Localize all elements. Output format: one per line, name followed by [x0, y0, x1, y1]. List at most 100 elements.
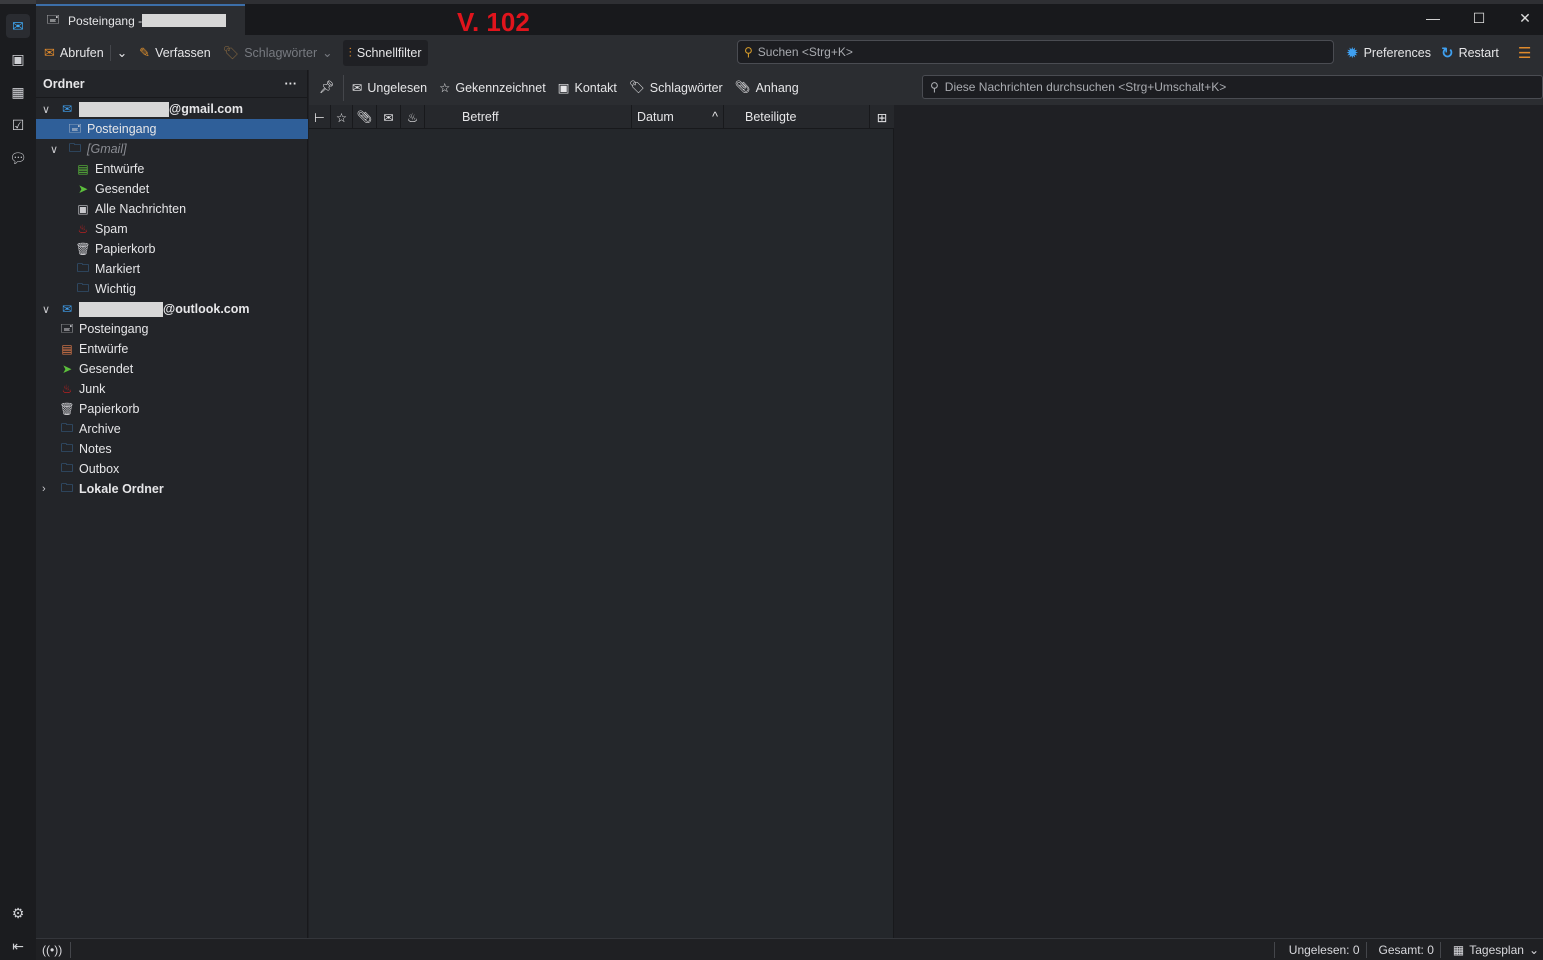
envelope-icon: ✉ — [351, 81, 363, 95]
filter-starred-button[interactable]: ☆ Gekennzeichnet — [433, 80, 552, 96]
filter-starred-label: Gekennzeichnet — [455, 80, 546, 95]
write-button[interactable]: ✎ Verfassen — [133, 40, 217, 66]
folder-item[interactable]: ∨ 🗀︎ [Gmail] — [36, 139, 308, 159]
tag-icon: 🏷︎ — [222, 44, 240, 60]
folder-item[interactable]: ♨ Junk — [36, 379, 308, 399]
folder-pane-title: Ordner — [43, 76, 85, 91]
restart-button[interactable]: ↻ Restart — [1435, 40, 1505, 66]
folder-label: Archive — [79, 422, 121, 436]
folder-pane: Ordner ··· ∨ ✉ @gmail.com 🖃︎ Posteingang ∨ 🗀︎ [G… — [36, 70, 308, 938]
quick-filter-label: Schnellfilter — [356, 45, 422, 60]
filter-search-input[interactable]: ⚲ Diese Nachrichten durchsuchen <Strg+Ums… — [922, 75, 1543, 99]
envelope-icon: ✉ — [383, 110, 394, 125]
folder-item[interactable]: 🗀︎ Notes — [36, 439, 308, 459]
chevron-right-icon[interactable]: › — [42, 483, 46, 495]
filter-contact-button[interactable]: ▣ Kontakt — [552, 80, 623, 96]
calendar-icon[interactable]: ▦ — [6, 80, 30, 104]
folder-item[interactable]: 🗑︎ Papierkorb — [36, 399, 308, 419]
close-button[interactable]: ✕ — [1515, 10, 1535, 27]
sticky-pin-button[interactable]: 📌︎ — [313, 80, 341, 95]
pencil-icon: ✎ — [139, 44, 151, 60]
divider — [1439, 941, 1441, 958]
drafts-icon: ▤ — [77, 162, 89, 176]
chevron-down-icon: ⌄ — [322, 46, 333, 60]
today-pane-button[interactable]: ▦ Tagesplan ⌄ — [1453, 943, 1539, 957]
column-picker-button[interactable]: ⊞ — [870, 105, 894, 129]
thread-column[interactable]: ⊢ — [309, 105, 331, 129]
chevron-down-icon[interactable]: ∨ — [50, 143, 58, 156]
folder-item[interactable]: 🗀︎ Wichtig — [36, 279, 308, 299]
folder-label: Papierkorb — [79, 402, 140, 416]
tab-inbox[interactable]: 🖃︎ Posteingang - — [36, 4, 245, 35]
folder-item[interactable]: 🗀︎ Markiert — [36, 259, 308, 279]
address-book-icon[interactable]: ▣ — [6, 47, 30, 71]
folder-item[interactable]: › 🗀︎ Lokale Ordner — [36, 479, 308, 499]
tags-label: Schlagwörter — [244, 45, 318, 60]
folder-item[interactable]: 🗀︎ Outbox — [36, 459, 308, 479]
restart-label: Restart — [1458, 45, 1499, 60]
quick-filter-button[interactable]: ⫶ Schnellfilter — [342, 39, 428, 66]
junk-status-column[interactable]: ♨ — [401, 105, 425, 129]
filter-unread-button[interactable]: ✉ Ungelesen — [346, 80, 433, 96]
read-status-column[interactable]: ✉ — [377, 105, 401, 129]
folder-item[interactable]: ▣ Alle Nachrichten — [36, 199, 308, 219]
folder-label: Entwürfe — [79, 342, 129, 356]
folder-label: Papierkorb — [95, 242, 156, 256]
folder-label: Junk — [79, 382, 106, 396]
preferences-button[interactable]: ✹ Preferences — [1340, 40, 1437, 66]
column-picker-icon: ⊞ — [876, 110, 888, 125]
filter-contact-label: Kontakt — [574, 80, 617, 95]
folder-item[interactable]: 🗑︎ Papierkorb — [36, 239, 308, 259]
unread-count: Ungelesen: 0 — [1288, 942, 1360, 957]
sent-icon: ➤ — [77, 182, 89, 196]
date-column[interactable]: Datum ^ — [632, 105, 724, 129]
folder-item[interactable]: 🖃︎ Posteingang — [36, 119, 308, 139]
subject-column-label: Betreff — [462, 110, 499, 124]
maximize-button[interactable]: ☐ — [1469, 10, 1489, 27]
app-menu-button[interactable]: ☰ — [1512, 40, 1537, 66]
folder-item[interactable]: ▤ Entwürfe — [36, 339, 308, 359]
chat-icon[interactable]: 💬︎ — [6, 146, 30, 170]
folder-item[interactable]: 🗀︎ Archive — [36, 419, 308, 439]
folder-item[interactable]: ∨ ✉ @outlook.com — [36, 299, 308, 319]
folder-icon: 🗀︎ — [76, 280, 89, 295]
folder-label: Outbox — [79, 462, 120, 476]
filter-tags-button[interactable]: 🏷︎ Schlagwörter — [623, 80, 729, 95]
status-bar: ((•)) Ungelesen: 0 Gesamt: 0 ▦ Tagesplan ⌄ — [36, 938, 1543, 960]
folder-item[interactable]: ♨ Spam — [36, 219, 308, 239]
folder-item[interactable]: 🖃︎ Posteingang — [36, 319, 308, 339]
tab-title: Posteingang - — [68, 13, 143, 28]
mail-icon[interactable]: ✉ — [6, 14, 30, 38]
settings-icon[interactable]: ⚙ — [6, 901, 30, 925]
folder-item[interactable]: ➤ Gesendet — [36, 179, 308, 199]
subject-column[interactable]: Betreff — [425, 105, 632, 129]
get-messages-dropdown[interactable]: ⌄ — [111, 40, 133, 66]
get-messages-icon: ✉ — [44, 44, 55, 60]
tasks-icon[interactable]: ☑ — [6, 113, 30, 137]
paperclip-icon: 📎︎ — [734, 80, 751, 94]
global-search-input[interactable]: ⚲ Suchen <Strg+K> — [737, 40, 1334, 64]
filter-attachment-button[interactable]: 📎︎ Anhang — [729, 80, 805, 95]
folder-item[interactable]: ∨ ✉ @gmail.com — [36, 99, 308, 119]
write-label: Verfassen — [155, 45, 211, 60]
attachment-column[interactable]: 📎︎ — [353, 105, 377, 129]
minimize-button[interactable]: — — [1423, 10, 1443, 26]
star-column[interactable]: ☆ — [331, 105, 353, 129]
chevron-down-icon[interactable]: ∨ — [42, 103, 50, 116]
search-placeholder: Suchen <Strg+K> — [757, 45, 853, 59]
thread-icon: ⊢ — [314, 110, 325, 125]
more-options-button[interactable]: ··· — [285, 77, 298, 91]
collapse-spaces-icon[interactable]: ⇤ — [6, 934, 30, 958]
get-messages-button[interactable]: ✉ Abrufen — [38, 40, 110, 66]
today-pane-label: Tagesplan — [1469, 942, 1524, 957]
online-status-icon[interactable]: ((•)) — [42, 943, 62, 957]
folder-label: Alle Nachrichten — [95, 202, 187, 216]
tags-button[interactable]: 🏷︎ Schlagwörter ⌄ — [217, 40, 339, 66]
correspondents-column[interactable]: Beteiligte — [724, 105, 870, 129]
paperclip-icon: 📎︎ — [356, 109, 373, 124]
quick-filter-bar: 📌︎ ✉ Ungelesen ☆ Gekennzeichnet ▣ Kontakt 🏷… — [309, 70, 1543, 105]
folder-item[interactable]: ▤ Entwürfe — [36, 159, 308, 179]
chevron-down-icon[interactable]: ∨ — [42, 303, 50, 316]
folder-item[interactable]: ➤ Gesendet — [36, 359, 308, 379]
thread-pane[interactable] — [309, 129, 894, 938]
